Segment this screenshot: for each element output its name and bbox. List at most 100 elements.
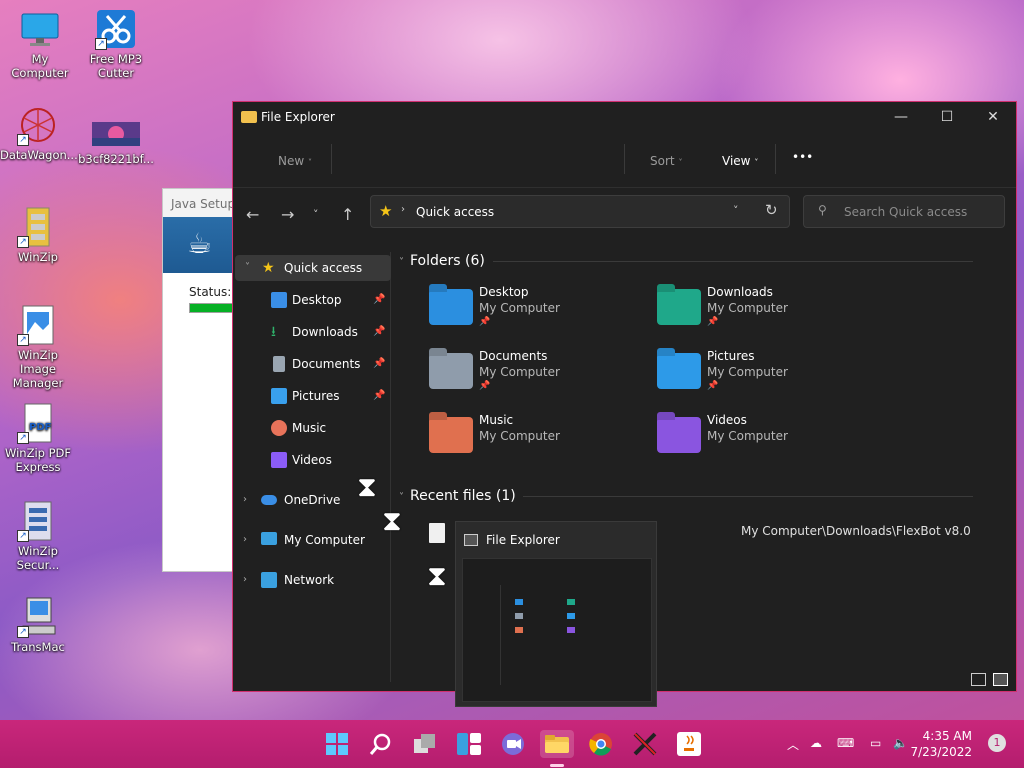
view-button[interactable]: View ˅ [722,154,758,168]
folder-tile-documents[interactable]: Documents My Computer 📌 [429,349,649,405]
details-view-icon[interactable] [971,673,986,686]
folder-name: Documents [479,349,548,363]
nav-item-my-computer[interactable]: › My Computer [233,527,389,553]
desktop-icon-winzip-secure[interactable]: ↗ WinZip Secur... [0,500,76,572]
winzip-secure-icon: ↗ [17,500,59,542]
display-icon[interactable]: ▭ [870,736,881,750]
shortcut-arrow-icon: ↗ [17,236,29,248]
app-x-icon[interactable] [630,730,660,758]
desktop-icon-label: WinZip [18,250,58,264]
thumbnail-image [462,558,652,702]
title-bar[interactable]: File Explorer — ☐ ✕ [233,102,1016,132]
chevron-right-icon: › [243,494,247,505]
active-app-indicator [550,764,564,767]
monitor-icon [19,8,61,50]
desktop-icon-label: WinZip Secur... [16,544,60,572]
videos-folder-icon [657,417,701,453]
desktop-icon-label: b3cf8221bf... [78,152,154,166]
pdf-icon: PDF ↗ [17,402,59,444]
winzip-icon: ↗ [17,206,59,248]
nav-item-network[interactable]: › Network [233,567,389,593]
desktop-icon-transmac[interactable]: ↗ TransMac [0,596,76,654]
mac-icon: ↗ [17,596,59,638]
recent-locations-chevron-icon[interactable]: ˅ [313,208,319,221]
keyboard-icon[interactable]: ⌨ [837,736,854,750]
desktop-icon-winzip[interactable]: ↗ WinZip [0,206,76,264]
desktop-icon-label: WinZip Image Manager [12,348,64,390]
close-button[interactable]: ✕ [970,102,1016,132]
folder-tile-videos[interactable]: Videos My Computer [657,413,877,469]
widgets-icon[interactable] [454,730,484,758]
search-placeholder[interactable]: Search Quick access [844,205,967,219]
search-icon[interactable] [366,730,396,758]
more-options-button[interactable]: ••• [792,150,813,164]
chevron-down-icon: ˅ [754,158,759,167]
folders-section-header[interactable]: ˅ Folders (6) [399,253,485,269]
file-explorer-icon[interactable] [540,730,574,758]
taskbar-thumbnail-preview[interactable]: File Explorer [455,521,657,707]
nav-label: Pictures [292,389,340,403]
volume-icon[interactable]: 🔈 [893,736,908,750]
desktop-icon-my-computer[interactable]: My Computer [2,8,78,80]
clock[interactable]: 4:35 AM 7/23/2022 [910,728,972,760]
desktop-icon-image-file[interactable]: b3cf8221bf... [78,120,154,166]
recent-files-section-header[interactable]: ˅ Recent files (1) [399,488,516,504]
maximize-button[interactable]: ☐ [924,102,970,132]
nav-label: Quick access [284,261,363,275]
nav-item-quick-access[interactable]: ˅ ★ Quick access [235,255,391,281]
scissors-icon: ↗ [95,8,137,50]
folder-name: Pictures [707,349,755,363]
nav-item-pictures[interactable]: Pictures 📌 [233,383,389,409]
search-box[interactable]: ⚲ Search Quick access [803,195,1005,228]
nav-item-documents[interactable]: Documents 📌 [233,351,389,377]
shortcut-arrow-icon: ↗ [17,432,29,444]
file-explorer-icon [464,534,478,546]
folder-tile-music[interactable]: Music My Computer [429,413,649,469]
forward-arrow-icon[interactable]: → [281,205,294,224]
nav-item-downloads[interactable]: ⭳ Downloads 📌 [233,319,389,345]
cloud-offline-icon[interactable]: ☁ [810,736,822,750]
back-arrow-icon[interactable]: ← [246,205,259,224]
refresh-icon[interactable]: ↻ [765,201,778,219]
shortcut-arrow-icon: ↗ [95,38,107,50]
up-arrow-icon[interactable]: ↑ [341,205,354,224]
nav-item-desktop[interactable]: Desktop 📌 [233,287,389,313]
windows-start-icon[interactable] [322,730,352,758]
minimize-button[interactable]: — [878,102,924,132]
address-dropdown-icon[interactable]: ˅ [733,204,739,217]
tiles-view-icon[interactable] [993,673,1008,686]
desktop-icon-winzip-image-manager[interactable]: ↗ WinZip Image Manager [0,304,76,390]
download-icon: ⭳ [271,324,276,340]
winzip-image-icon: ↗ [17,304,59,346]
java-setup-window[interactable]: Java Setup ☕ Status: [162,188,234,572]
folder-tile-downloads[interactable]: Downloads My Computer 📌 [657,285,877,341]
folder-tile-pictures[interactable]: Pictures My Computer 📌 [657,349,877,405]
shortcut-arrow-icon: ↗ [17,334,29,346]
navigation-pane: ˅ ★ Quick access Desktop 📌 ⭳ Downloads 📌… [233,252,391,682]
java-progress-bar [189,303,233,313]
new-button[interactable]: New ˅ [278,154,312,168]
desktop-icon-winzip-pdf-express[interactable]: PDF ↗ WinZip PDF Express [0,402,76,474]
show-hidden-icons-chevron-icon[interactable]: ︿ [787,736,799,753]
search-icon: ⚲ [818,203,827,217]
notification-badge[interactable]: 1 [988,734,1006,752]
pictures-folder-icon [657,353,701,389]
desktop-icon-free-mp3-cutter[interactable]: ↗ Free MP3 Cutter [78,8,154,80]
folder-location: My Computer [707,365,788,379]
task-view-icon[interactable] [410,730,440,758]
address-location[interactable]: Quick access [416,205,494,219]
address-bar[interactable]: ★ › Quick access ˅ ↻ [370,195,790,228]
network-icon [261,572,277,588]
sort-button[interactable]: Sort ˅ [650,154,682,168]
desktop-icon-label: DataWagon... [0,148,78,162]
desktop-icon-datawagon[interactable]: ↗ DataWagon... [0,104,78,162]
nav-item-music[interactable]: Music [233,415,389,441]
document-icon [273,356,285,372]
computer-icon [261,532,277,545]
chat-icon[interactable] [498,730,528,758]
section-divider [493,261,973,262]
chevron-down-icon: ˅ [245,262,250,273]
folder-tile-desktop[interactable]: Desktop My Computer 📌 [429,285,649,341]
chrome-icon[interactable] [586,730,616,758]
java-icon[interactable] [674,730,704,758]
